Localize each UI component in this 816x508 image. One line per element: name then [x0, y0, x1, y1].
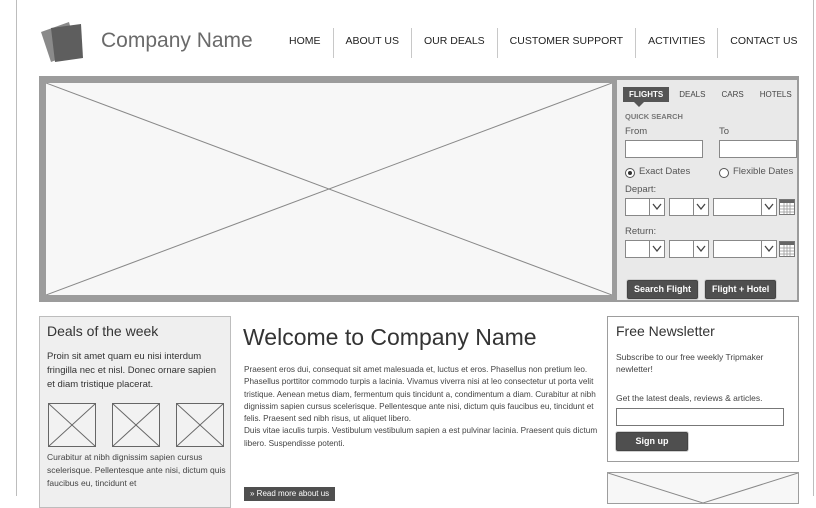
deal-image-placeholder[interactable] [48, 403, 96, 447]
deals-intro: Proin sit amet quam eu nisi interdum fri… [47, 351, 216, 390]
flexible-dates-radio[interactable] [719, 168, 729, 178]
depart-month-select[interactable] [669, 198, 709, 216]
from-label: From [625, 126, 648, 137]
nav-contact-us[interactable]: CONTACT US [717, 28, 809, 58]
flexible-dates-label: Flexible Dates [733, 166, 794, 177]
to-label: To [719, 126, 730, 137]
newsletter-subscribe-text: Subscribe to our free weekly Tripmaker n… [616, 352, 764, 374]
nav-activities[interactable]: ACTIVITIES [635, 28, 717, 58]
sidebar-image-placeholder [607, 472, 799, 508]
to-input[interactable] [719, 140, 797, 158]
welcome-body: Praesent eros dui, consequat sit amet ma… [244, 364, 598, 450]
tab-hotels[interactable]: HOTELS [754, 87, 798, 102]
tab-flights[interactable]: FLIGHTS [623, 87, 670, 107]
main-nav: HOME ABOUT US OUR DEALS CUSTOMER SUPPORT… [277, 28, 810, 58]
welcome-paragraph: Praesent eros dui, consequat sit amet ma… [244, 365, 596, 424]
nav-about-us[interactable]: ABOUT US [332, 28, 411, 58]
newsletter-email-input[interactable] [616, 408, 784, 426]
company-name: Company Name [101, 29, 253, 52]
deal-image-placeholder[interactable] [176, 403, 224, 447]
tab-cars[interactable]: CARS [715, 87, 749, 102]
quick-search-heading: QUICK SEARCH [625, 112, 683, 121]
depart-label: Depart: [625, 184, 657, 195]
nav-home[interactable]: HOME [277, 28, 333, 58]
welcome-heading: Welcome to Company Name [243, 324, 537, 350]
return-year-select[interactable] [713, 240, 777, 258]
from-input[interactable] [625, 140, 703, 158]
depart-day-select[interactable] [625, 198, 665, 216]
return-label: Return: [625, 226, 657, 237]
hero-banner: FLIGHTS DEALS CARS HOTELS QUICK SEARCH F… [39, 76, 799, 302]
exact-dates-radio[interactable] [625, 168, 635, 178]
page: Company Name HOME ABOUT US OUR DEALS CUS… [16, 0, 814, 508]
signup-button[interactable]: Sign up [616, 432, 688, 451]
return-calendar-icon[interactable] [779, 241, 795, 257]
nav-customer-support[interactable]: CUSTOMER SUPPORT [496, 28, 635, 58]
company-logo[interactable] [39, 18, 95, 68]
welcome-paragraph: Duis vitae iaculis turpis. Vestibulum ve… [244, 426, 598, 448]
deals-description: Curabitur at nibh dignissim sapien cursu… [47, 452, 226, 488]
search-tabs: FLIGHTS DEALS CARS HOTELS [623, 87, 802, 107]
return-month-select[interactable] [669, 240, 709, 258]
deals-title: Deals of the week [47, 323, 159, 339]
newsletter-box: Free Newsletter Subscribe to our free we… [607, 316, 799, 462]
exact-dates-label: Exact Dates [639, 166, 691, 177]
return-day-select[interactable] [625, 240, 665, 258]
read-more-button[interactable]: » Read more about us [244, 487, 336, 501]
newsletter-title: Free Newsletter [616, 323, 715, 339]
flight-hotel-button[interactable]: Flight + Hotel [705, 280, 777, 299]
quick-search-panel: FLIGHTS DEALS CARS HOTELS QUICK SEARCH F… [617, 80, 797, 300]
tab-deals[interactable]: DEALS [673, 87, 711, 102]
depart-year-select[interactable] [713, 198, 777, 216]
deals-of-the-week: Deals of the week Proin sit amet quam eu… [39, 316, 231, 508]
depart-calendar-icon[interactable] [779, 199, 795, 215]
newsletter-deals-text: Get the latest deals, reviews & articles… [616, 393, 763, 403]
nav-our-deals[interactable]: OUR DEALS [410, 28, 497, 58]
hero-image-placeholder [45, 82, 613, 296]
search-flight-button[interactable]: Search Flight [627, 280, 699, 299]
deal-image-placeholder[interactable] [112, 403, 160, 447]
